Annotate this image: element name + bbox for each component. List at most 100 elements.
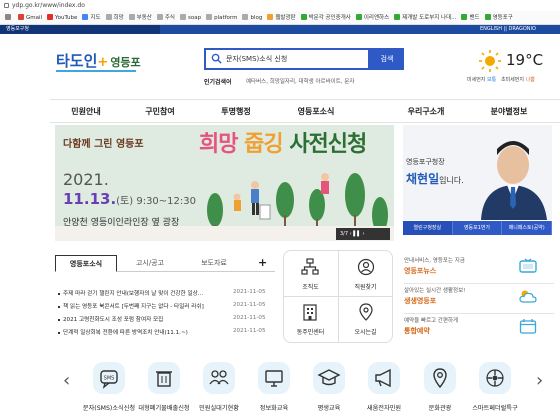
bookmark-item[interactable]: 제개발 도로부지 나대... — [394, 11, 456, 24]
bookmark-icon — [179, 14, 186, 20]
bookmark-label: soap — [187, 15, 202, 21]
bookmark-item[interactable]: 부동산 — [128, 11, 152, 24]
quick-org-chart[interactable]: 조직도 — [283, 282, 338, 291]
quick-staff-search[interactable]: 직원찾기 — [338, 282, 393, 291]
quick-label[interactable]: 새움전자민원 — [354, 403, 414, 412]
sms-icon[interactable]: SMS — [93, 362, 125, 394]
banner-heading: 희망 줍깅 사전신청 — [199, 132, 367, 157]
gnb-item-fields[interactable]: 분야별정보 — [476, 106, 542, 117]
bookmark-icon — [105, 14, 112, 20]
bookmark-item[interactable]: soap — [179, 11, 202, 24]
gnb-divider-top — [50, 99, 560, 100]
bookmark-item[interactable] — [5, 11, 13, 24]
quick-directions[interactable]: 오시는길 — [338, 327, 393, 336]
calendar-icon — [519, 319, 537, 334]
news-more-button[interactable]: + — [258, 256, 267, 269]
tab-news[interactable]: 영등포소식 — [55, 255, 117, 272]
location-pin-icon — [359, 303, 373, 321]
bookmark-icon — [267, 14, 274, 20]
bookmark-icon — [82, 14, 89, 20]
bookmark-icon — [47, 14, 54, 20]
quick-label[interactable]: 스마트페더럴특구 — [465, 403, 525, 412]
bookmark-item[interactable]: 영등포구 — [484, 11, 513, 24]
bookmarks-bar: Gmail YouTube 지도 희망 부동산 주식 soap platform blog 웹발광… — [0, 11, 560, 25]
quick-label[interactable]: 정보화교육 — [244, 403, 304, 412]
weather-cloud-icon — [519, 290, 537, 303]
education-icon[interactable] — [313, 362, 345, 394]
url-text: ydp.go.kr/www/index.do — [12, 2, 85, 9]
mayor-tabs: 열린구청장실 영등포1번가 매니페스토(공약) — [403, 221, 553, 235]
map-pin-icon[interactable] — [424, 362, 456, 394]
bookmark-item[interactable]: 웹발광판 — [267, 11, 296, 24]
tab-notice[interactable]: 고시/공고 — [119, 255, 181, 272]
bookmark-item[interactable]: 이리앤하스 — [355, 11, 389, 24]
bookmark-icon — [300, 14, 307, 20]
quick-community-center[interactable]: 동주민센터 — [283, 327, 338, 336]
mayor-tab-office[interactable]: 열린구청장실 — [403, 221, 453, 235]
temperature: 19°C — [506, 51, 544, 69]
trash-icon[interactable] — [148, 362, 180, 394]
logo-plus-icon: + — [97, 55, 109, 70]
gnb-item-transparency[interactable]: 투명행정 — [203, 106, 269, 117]
bookmark-icon — [484, 14, 491, 20]
top-strip-links[interactable]: ENGLISH || DRAGONIO — [480, 25, 536, 34]
service-divider — [404, 313, 554, 314]
address-bar[interactable]: ydp.go.kr/www/index.do — [0, 0, 560, 11]
computer-icon[interactable] — [258, 362, 290, 394]
logo-sub: 영등포 — [110, 56, 141, 69]
bookmark-item[interactable]: 밴드 — [461, 11, 480, 24]
bookmark-item[interactable]: 주식 — [156, 11, 175, 24]
bookmark-item[interactable]: Gmail — [18, 11, 43, 24]
svg-text:SMS: SMS — [104, 376, 115, 382]
bookmark-label: 웹발광판 — [275, 15, 296, 21]
sun-icon — [479, 50, 501, 72]
smart-city-icon[interactable] — [479, 362, 511, 394]
bookmark-item[interactable]: 박문각 공인중개사 — [300, 11, 351, 24]
prev-arrow-icon[interactable]: ‹ — [63, 370, 70, 391]
search-input-value[interactable]: 문자(SMS)소식 신청 — [226, 54, 287, 64]
gnb-item-about[interactable]: 우리구소개 — [393, 106, 459, 117]
air-quality: 미세먼지 보통 초미세먼지 나쁨 — [467, 77, 535, 83]
quick-label[interactable]: 대형폐기물배출신청 — [134, 403, 194, 412]
next-arrow-icon[interactable]: › — [536, 370, 543, 391]
bookmark-icon — [206, 14, 213, 20]
news-date: 2021-11-05 — [233, 315, 266, 321]
gnb-divider-bottom — [50, 122, 560, 123]
waiting-people-icon[interactable] — [203, 362, 235, 394]
banner-year: 2021. — [63, 170, 109, 189]
mayor-name: 채현일입니다. — [406, 172, 464, 186]
bookmark-item[interactable]: YouTube — [47, 11, 77, 24]
bookmark-label: 영등포구 — [492, 15, 513, 21]
quick-label[interactable]: 문자(SMS)소식신청 — [79, 403, 139, 412]
bookmark-item[interactable]: 지도 — [82, 11, 101, 24]
top-strip-label[interactable]: 영등포구청 — [6, 25, 29, 34]
tab-press[interactable]: 보도자료 — [183, 255, 245, 272]
gnb-item-participation[interactable]: 구민참여 — [127, 106, 193, 117]
megaphone-icon[interactable] — [368, 362, 400, 394]
logo-underline — [56, 70, 136, 72]
popular-search-terms[interactable]: 예타버스, 희망일자리, 대학생 아르바이트, 문자 — [246, 77, 354, 85]
bookmark-item[interactable]: blog — [242, 11, 262, 24]
quick-label[interactable]: 문화관광 — [410, 403, 470, 412]
search-icon — [211, 53, 222, 64]
quick-label[interactable]: 민원실대기현황 — [189, 403, 249, 412]
banner-pager[interactable]: 3/7 ‹ ▌▌ › — [336, 228, 390, 240]
search-button[interactable]: 검색 — [370, 48, 404, 70]
bookmark-item[interactable]: platform — [206, 11, 237, 24]
org-chart-icon — [301, 258, 319, 275]
bookmark-label: 밴드 — [469, 15, 480, 21]
bookmark-label: 박문각 공인중개사 — [308, 15, 351, 21]
service-divider — [404, 283, 554, 284]
quick-label[interactable]: 평생교육 — [299, 403, 359, 412]
logo-main: 타도인 — [56, 52, 98, 70]
mayor-tab-street[interactable]: 영등포1번가 — [453, 221, 503, 235]
bookmark-icon — [242, 14, 249, 20]
bookmark-item[interactable]: 희망 — [105, 11, 124, 24]
mayor-tab-manifesto[interactable]: 매니페스토(공약) — [502, 221, 553, 235]
gnb-item-news[interactable]: 영등포소식 — [283, 106, 349, 117]
site-logo[interactable]: 타도인+ 영등포 — [56, 50, 141, 71]
banner-subheading: 다함께 그린 영등포 — [63, 139, 144, 150]
bookmark-icon — [355, 14, 362, 20]
gnb-item-civil[interactable]: 민원안내 — [53, 106, 119, 117]
bookmark-label: Gmail — [26, 15, 43, 21]
